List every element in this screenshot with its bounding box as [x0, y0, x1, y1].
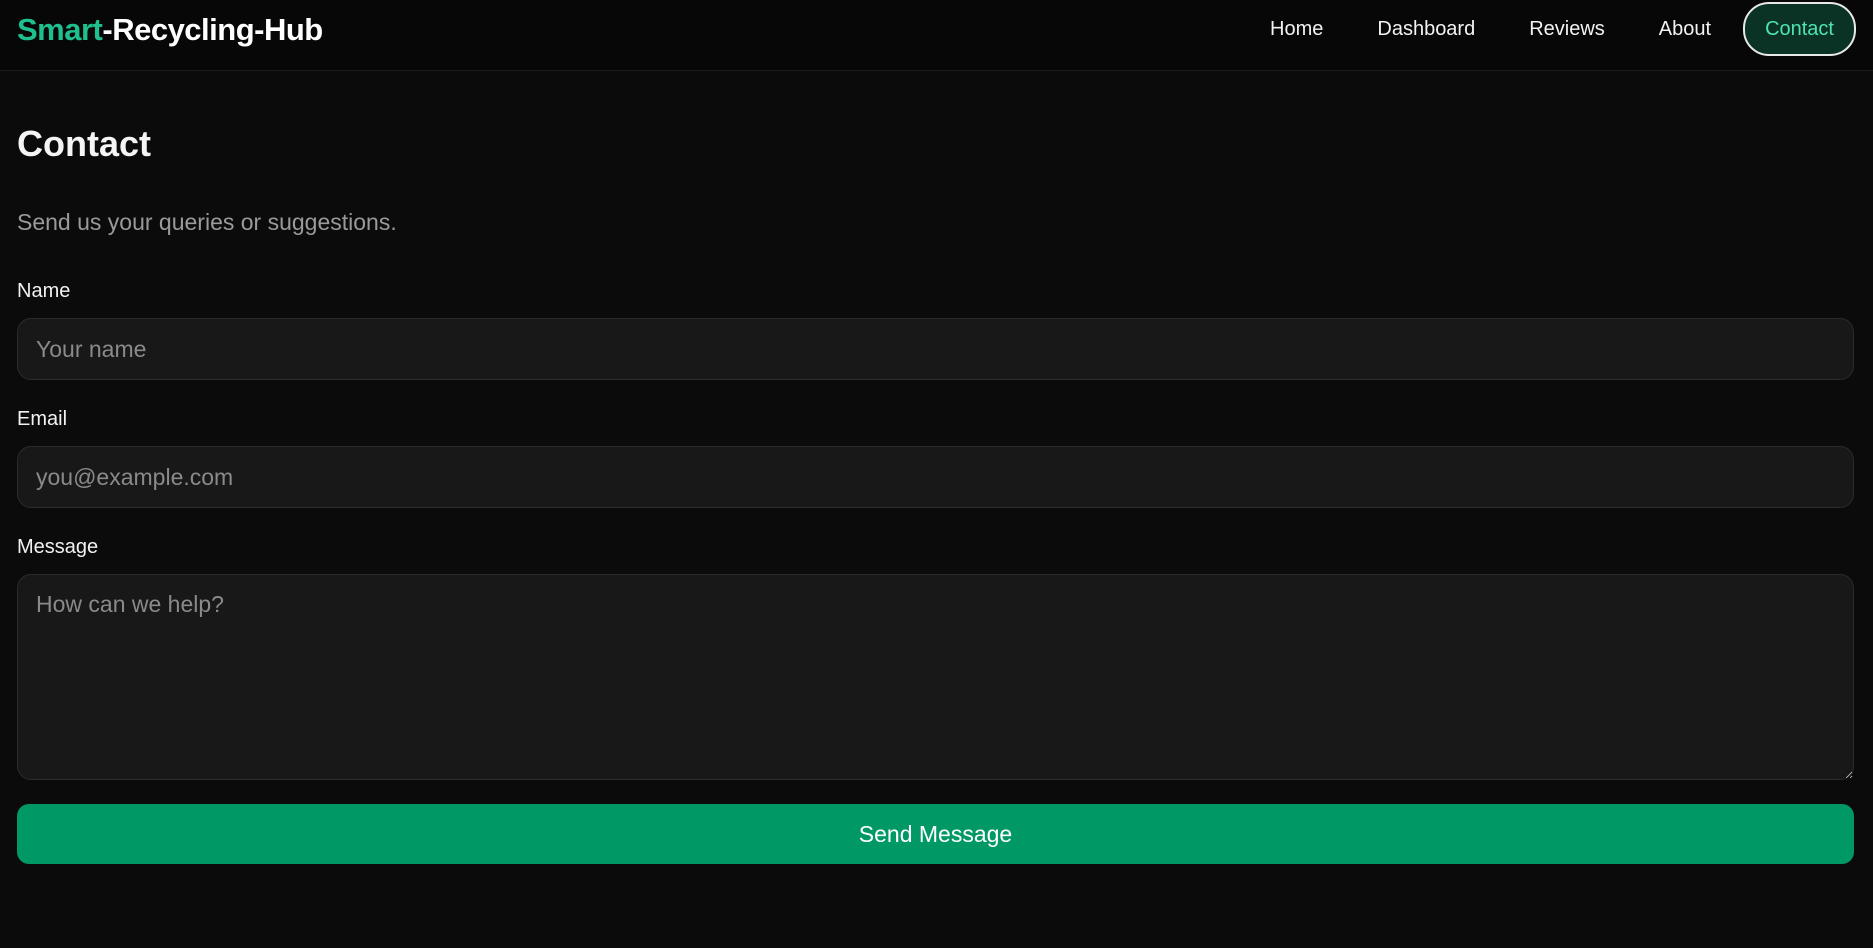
email-input[interactable] [17, 446, 1854, 508]
nav-reviews[interactable]: Reviews [1529, 18, 1605, 41]
nav-menu: Home Dashboard Reviews About Contact [1216, 0, 1856, 58]
navbar: Smart-Recycling-Hub Home Dashboard Revie… [0, 0, 1873, 71]
brand-accent: Smart [17, 12, 103, 47]
message-textarea[interactable] [17, 574, 1854, 780]
name-input[interactable] [17, 318, 1854, 380]
nav-about[interactable]: About [1659, 18, 1711, 41]
page-title: Contact [17, 123, 151, 164]
page-subtitle: Send us your queries or suggestions. [17, 209, 397, 235]
nav-dashboard[interactable]: Dashboard [1377, 18, 1475, 41]
brand-rest: -Recycling-Hub [102, 12, 323, 47]
message-label: Message [17, 536, 99, 558]
email-label: Email [17, 408, 68, 430]
nav-contact[interactable]: Contact [1743, 2, 1856, 56]
brand-logo[interactable]: Smart-Recycling-Hub [17, 12, 323, 48]
send-message-button[interactable]: Send Message [17, 804, 1854, 864]
name-label: Name [17, 280, 71, 302]
nav-home[interactable]: Home [1270, 18, 1323, 41]
